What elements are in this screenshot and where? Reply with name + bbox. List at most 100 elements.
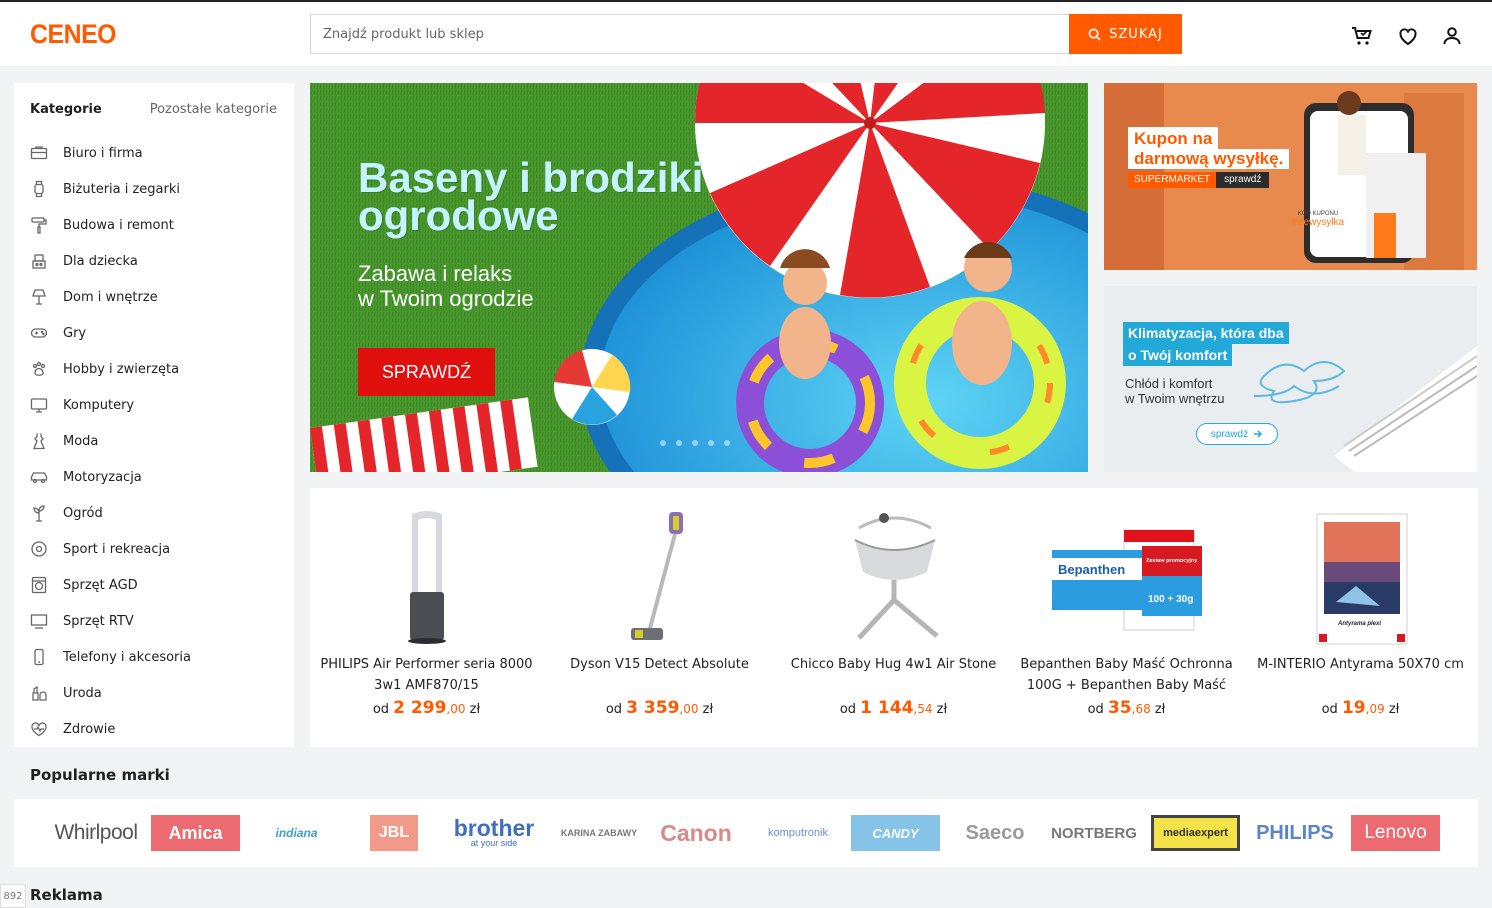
arrow-right-icon <box>1254 430 1263 438</box>
sidebar-item-moda[interactable]: Moda <box>30 423 191 459</box>
product-name[interactable]: M-INTERIO Antyrama 50X70 cm <box>1252 654 1469 675</box>
heart-icon[interactable] <box>1396 24 1420 48</box>
bepanthen-brand-text: Bepanthen <box>1058 562 1125 577</box>
sidebar-item-label: Biżuteria i zegarki <box>63 181 181 197</box>
ceneo-logo[interactable]: CENEO <box>30 19 117 50</box>
product-price: od 35,68 zł <box>1087 698 1166 718</box>
ad-section-title: Reklama <box>30 886 103 904</box>
product-card[interactable]: Chicco Baby Hug 4w1 Air Stone od 1 144,5… <box>777 488 1010 747</box>
sidebar-item-agd[interactable]: Sprzęt AGD <box>30 567 191 603</box>
product-name[interactable]: Chicco Baby Hug 4w1 Air Stone <box>785 654 1002 675</box>
sidebar-item-hobby[interactable]: Hobby i zwierzęta <box>30 351 191 387</box>
product-image-air-purifier <box>407 511 446 644</box>
sidebar-item-zdrowie[interactable]: Zdrowie <box>30 711 191 747</box>
sidebar-item-label: Zdrowie <box>63 721 116 737</box>
promo-aircon-banner[interactable]: Klimatyzacja, która dba o Twój komfort C… <box>1104 286 1477 472</box>
top-header: CENEO SZUKAJ <box>0 0 1492 66</box>
search-input[interactable] <box>310 14 1069 54</box>
sidebar-title: Kategorie <box>30 102 102 117</box>
product-name[interactable]: Bepanthen Baby Maść Ochronna 100G + Bepa… <box>1018 654 1235 696</box>
plant-icon <box>33 505 45 522</box>
antyrama-label-text: Antyrama plexi <box>1337 621 1381 627</box>
promo2-line2: o Twój komfort <box>1123 344 1233 366</box>
sidebar-item-rtv[interactable]: Sprzęt RTV <box>30 603 191 639</box>
sidebar-item-dom[interactable]: Dom i wnętrze <box>30 279 191 315</box>
tv-icon <box>30 614 48 629</box>
brand-brother[interactable]: brother at your side <box>446 815 542 851</box>
search-bar: SZUKAJ <box>310 14 1182 54</box>
sidebar-item-ogrod[interactable]: Ogród <box>30 495 191 531</box>
brand-saeco[interactable]: Saeco <box>952 815 1038 851</box>
lamp-icon <box>32 289 46 305</box>
sidebar-item-label: Biuro i firma <box>63 145 143 161</box>
sidebar-item-biuro[interactable]: Biuro i firma <box>30 135 191 171</box>
sidebar-item-budowa[interactable]: Budowa i remont <box>30 207 191 243</box>
sidebar-item-label: Komputery <box>63 397 135 413</box>
sidebar-item-dla-dziecka[interactable]: Dla dziecka <box>30 243 191 279</box>
brand-canon[interactable]: Canon <box>652 815 740 851</box>
cart-icon[interactable] <box>1350 24 1374 48</box>
brand-karina[interactable]: KARINA ZABAWY <box>554 815 644 851</box>
bepanthen-box-text: Zestaw promocyjny <box>1146 558 1198 564</box>
promo2-sub2: w Twoim wnętrzu <box>1125 391 1225 406</box>
user-icon[interactable] <box>1440 24 1464 48</box>
sidebar-item-label: Telefony i akcesoria <box>63 649 191 665</box>
popular-brands: Whirlpool Amica indiana JBL brother at y… <box>14 799 1478 867</box>
product-card[interactable]: Dyson V15 Detect Absolute od 3 359,00 zł <box>543 488 776 747</box>
product-image-frame: Antyrama plexi <box>1316 513 1407 645</box>
heart-pulse-icon <box>31 722 47 737</box>
sidebar-item-label: Hobby i zwierzęta <box>63 361 180 377</box>
brand-jbl[interactable]: JBL <box>370 815 418 851</box>
carousel-dot[interactable] <box>660 440 666 446</box>
gamepad-icon <box>30 328 48 338</box>
carousel-dot[interactable] <box>692 440 698 446</box>
dress-icon <box>33 433 45 450</box>
promo1-code: freewysylka <box>1291 217 1345 228</box>
hero-cta-button[interactable]: SPRAWDŹ <box>358 348 495 396</box>
product-name[interactable]: PHILIPS Air Performer seria 8000 3w1 AMF… <box>318 654 535 696</box>
promo-coupon-banner[interactable]: Kupon na darmową wysyłkę. SUPERMARKET sp… <box>1104 83 1477 270</box>
briefcase-icon <box>30 146 48 160</box>
brand-indiana[interactable]: indiana <box>252 815 341 851</box>
brand-nortberg[interactable]: NORTBERG <box>1050 815 1138 851</box>
promo1-tag: SUPERMARKET <box>1128 172 1217 188</box>
paw-icon <box>32 361 46 376</box>
hero-subtitle: Zabawa i relaks w Twoim ogrodzie <box>358 261 638 311</box>
sidebar-item-bizuteria[interactable]: Biżuteria i zegarki <box>30 171 191 207</box>
sidebar-item-label: Uroda <box>63 685 102 701</box>
sidebar-item-uroda[interactable]: Uroda <box>30 675 191 711</box>
brand-candy[interactable]: CANDY <box>851 815 940 851</box>
search-button[interactable]: SZUKAJ <box>1069 14 1182 54</box>
sidebar-item-telefony[interactable]: Telefony i akcesoria <box>30 639 191 675</box>
carousel-dot[interactable] <box>708 440 714 446</box>
paint-roller-icon <box>31 217 47 234</box>
sidebar-item-motoryzacja[interactable]: Motoryzacja <box>30 459 191 495</box>
brand-amica[interactable]: Amica <box>151 815 240 851</box>
product-name[interactable]: Dyson V15 Detect Absolute <box>551 654 768 675</box>
promo2-line1: Klimatyzacja, która dba <box>1123 322 1289 344</box>
brand-philips[interactable]: PHILIPS <box>1252 815 1338 851</box>
sidebar-item-sport[interactable]: Sport i rekreacja <box>30 531 191 567</box>
sidebar-item-gry[interactable]: Gry <box>30 315 191 351</box>
carousel-dot[interactable] <box>724 440 730 446</box>
product-card[interactable]: Antyrama plexi M-INTERIO Antyrama 50X70 … <box>1244 488 1477 747</box>
sidebar-item-label: Dom i wnętrze <box>63 289 158 305</box>
hero-subtitle-line2: w Twoim ogrodzie <box>358 286 534 311</box>
brand-lenovo[interactable]: Lenovo <box>1351 815 1440 851</box>
brand-mediaexpert[interactable]: mediaexpert <box>1151 815 1240 851</box>
promo2-button[interactable]: sprawdź <box>1196 423 1278 445</box>
hero-title-line2: ogrodowe <box>358 192 559 239</box>
brand-komputronik[interactable]: komputronik <box>754 815 842 851</box>
brand-whirlpool[interactable]: Whirlpool <box>50 815 142 851</box>
sidebar-item-komputery[interactable]: Komputery <box>30 387 191 423</box>
monitor-icon <box>30 398 48 413</box>
sidebar-item-label: Motoryzacja <box>63 469 142 485</box>
hero-banner[interactable]: Baseny i brodziki ogrodowe Zabawa i rela… <box>310 83 1088 472</box>
product-card[interactable]: PHILIPS Air Performer seria 8000 3w1 AMF… <box>310 488 543 747</box>
carousel-dot[interactable] <box>676 440 682 446</box>
promo1-tag-link[interactable]: sprawdź <box>1216 172 1270 188</box>
promo2-button-label: sprawdź <box>1210 428 1249 440</box>
other-categories-link[interactable]: Pozostałe kategorie <box>150 102 277 117</box>
product-card[interactable]: Bepanthen Zestaw promocyjny 100 + 30g Be… <box>1010 488 1243 747</box>
sidebar-item-label: Budowa i remont <box>63 217 174 233</box>
